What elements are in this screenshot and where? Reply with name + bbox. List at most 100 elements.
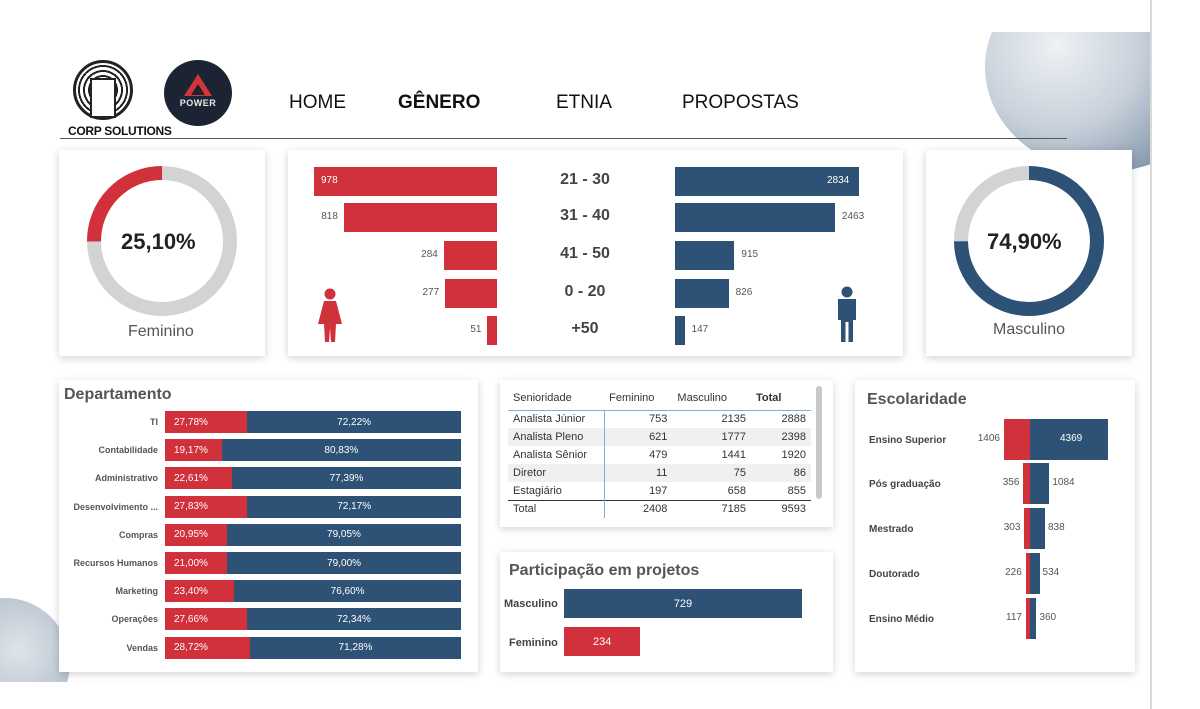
- male-dept-value: 72,22%: [337, 416, 372, 428]
- cell-total: 86: [793, 467, 806, 479]
- department-label: Marketing: [115, 586, 158, 597]
- male-label: Masculino: [993, 321, 1066, 338]
- row-label: Analista Júnior: [508, 410, 605, 428]
- cell-feminino: 753: [649, 413, 668, 426]
- col-total[interactable]: Total: [751, 386, 811, 410]
- female-dept-bar[interactable]: 27,83%: [165, 495, 248, 518]
- corp-solutions-logo: CORP SOLUTIONS: [68, 60, 172, 142]
- female-age-value: 277: [422, 287, 440, 298]
- table-row: Diretor 11 75 86: [508, 464, 811, 482]
- male-dept-bar[interactable]: 72,34%: [246, 608, 461, 631]
- female-percentage: 25,10%: [121, 229, 196, 254]
- female-dept-bar[interactable]: 22,61%: [165, 467, 232, 490]
- female-age-bar[interactable]: [314, 167, 497, 196]
- department-label: Recursos Humanos: [73, 558, 158, 568]
- header-divider: [60, 138, 1067, 139]
- male-age-bar[interactable]: [675, 203, 835, 232]
- female-age-bar[interactable]: [445, 279, 497, 308]
- nav-home[interactable]: HOME: [289, 92, 346, 114]
- male-age-value: 147: [691, 324, 709, 335]
- logo-text: CORP SOLUTIONS: [68, 124, 172, 138]
- female-dept-value: 27,66%: [174, 613, 208, 625]
- cell-feminino: 479: [649, 449, 668, 461]
- male-dept-bar[interactable]: 76,60%: [234, 580, 461, 603]
- senioridade-table: Senioridade Feminino Masculino Total Ana…: [508, 386, 811, 518]
- male-edu-value: 534: [1042, 567, 1060, 578]
- female-dept-bar[interactable]: 21,00%: [165, 552, 228, 574]
- female-edu-bar[interactable]: [1004, 419, 1030, 460]
- male-edu-bar[interactable]: [1030, 508, 1045, 549]
- col-senioridade[interactable]: Senioridade: [508, 386, 604, 410]
- row-label: Analista Pleno: [508, 428, 605, 446]
- male-dept-value: 71,28%: [338, 642, 373, 654]
- table-scrollbar[interactable]: [816, 386, 822, 499]
- department-label: Administrativo: [94, 473, 158, 484]
- female-dept-value: 27,83%: [174, 501, 208, 513]
- female-dept-bar[interactable]: 27,66%: [165, 608, 247, 631]
- age-group-label: 21 - 30: [560, 171, 610, 188]
- escolaridade-label: Pós graduação: [869, 479, 941, 490]
- nav-genero[interactable]: GÊNERO: [398, 92, 480, 114]
- age-group-label: +50: [571, 320, 599, 337]
- total-total: 9593: [781, 503, 806, 516]
- cell-feminino: 621: [649, 431, 668, 443]
- male-dept-value: 72,17%: [337, 501, 372, 513]
- male-age-bar[interactable]: [675, 241, 735, 270]
- male-dept-bar[interactable]: 71,28%: [250, 636, 461, 659]
- projetos-card: Participação em projetos Masculino 729 F…: [500, 552, 833, 672]
- male-dept-value: 77,39%: [329, 472, 364, 484]
- escolaridade-label: Mestrado: [869, 524, 914, 535]
- female-age-bar[interactable]: [443, 241, 497, 270]
- cell-masculino: 75: [733, 467, 747, 479]
- male-donut-card: 74,90% Masculino: [926, 150, 1132, 356]
- male-age-bar[interactable]: [675, 279, 729, 308]
- table-row: Analista Sênior 479 1441 1920: [508, 446, 811, 464]
- col-feminino[interactable]: Feminino: [604, 386, 672, 410]
- projetos-female-value: 234: [593, 635, 612, 648]
- female-dept-bar[interactable]: 20,95%: [165, 523, 227, 546]
- cell-total: 1920: [781, 449, 806, 461]
- male-edu-bar[interactable]: [1030, 553, 1040, 594]
- projetos-male-bar[interactable]: 729: [564, 589, 802, 618]
- female-edu-bar[interactable]: [1023, 463, 1030, 504]
- male-dept-bar[interactable]: 77,39%: [231, 467, 461, 490]
- female-age-bar[interactable]: [343, 203, 497, 232]
- nav-propostas[interactable]: PROPOSTAS: [682, 92, 799, 114]
- male-percentage: 74,90%: [987, 229, 1062, 254]
- escolaridade-label: Doutorado: [869, 569, 920, 580]
- department-label: Operações: [111, 614, 158, 625]
- female-dept-bar[interactable]: 28,72%: [165, 636, 250, 659]
- cell-masculino: 2135: [721, 413, 747, 426]
- female-dept-bar[interactable]: 19,17%: [165, 439, 222, 462]
- male-dept-bar[interactable]: 79,00%: [227, 552, 461, 574]
- male-dept-bar[interactable]: 79,05%: [227, 523, 461, 546]
- female-age-value: 978: [321, 175, 338, 186]
- male-person-icon: [838, 286, 856, 342]
- female-dept-value: 27,78%: [174, 416, 208, 428]
- female-age-value: 284: [421, 249, 438, 260]
- male-age-bar[interactable]: [675, 316, 685, 345]
- cell-total: 2398: [781, 431, 806, 443]
- male-edu-bar[interactable]: [1030, 463, 1050, 504]
- male-dept-bar[interactable]: 80,83%: [221, 439, 461, 462]
- male-edu-value: 838: [1047, 522, 1065, 533]
- projetos-title: Participação em projetos: [509, 562, 700, 579]
- female-dept-value: 23,40%: [174, 585, 208, 597]
- projetos-female-label: Feminino: [509, 637, 558, 649]
- female-dept-value: 22,61%: [174, 472, 208, 484]
- female-dept-bar[interactable]: 23,40%: [165, 580, 235, 603]
- nav-etnia[interactable]: ETNIA: [556, 92, 612, 114]
- female-dept-bar[interactable]: 27,78%: [165, 411, 248, 433]
- projetos-female-bar[interactable]: 234: [564, 627, 641, 656]
- female-age-bar[interactable]: [487, 316, 497, 345]
- age-group-label: 0 - 20: [564, 283, 606, 300]
- power-logo-text: POWER: [179, 98, 217, 108]
- male-dept-bar[interactable]: 72,17%: [247, 495, 461, 518]
- projetos-male-label: Masculino: [504, 598, 558, 610]
- male-edu-value: 360: [1039, 612, 1057, 623]
- department-label: Contabilidade: [98, 445, 158, 456]
- male-dept-bar[interactable]: 72,22%: [247, 411, 461, 433]
- male-edu-bar[interactable]: [1030, 598, 1037, 639]
- table-row: Analista Júnior 753 2135 2888: [508, 410, 811, 428]
- col-masculino[interactable]: Masculino: [672, 386, 751, 410]
